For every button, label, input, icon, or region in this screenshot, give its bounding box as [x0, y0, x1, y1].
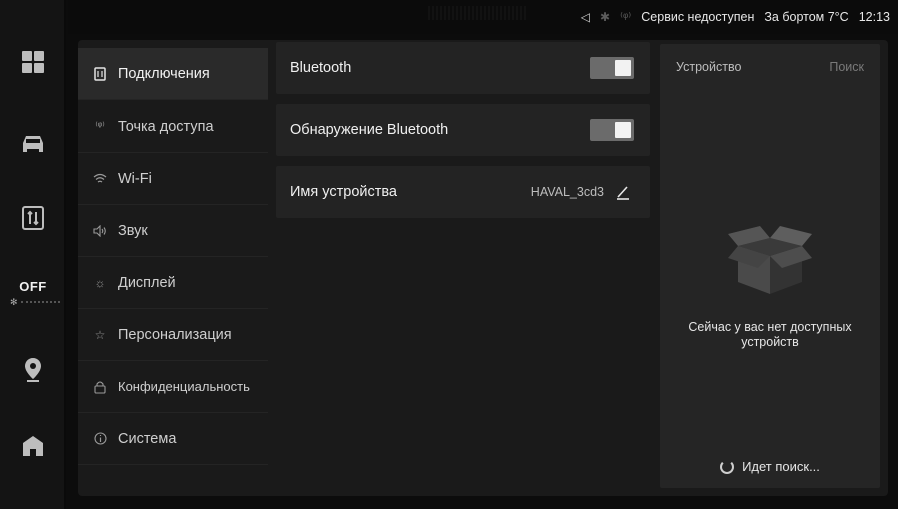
climate-off-label: OFF — [19, 278, 47, 294]
location-pin-icon[interactable] — [6, 350, 60, 390]
status-right-group: ◁ ✱ ⁽ᵠ⁾ Сервис недоступен За бортом 7°C … — [581, 0, 890, 34]
connections-icon — [92, 66, 108, 82]
clock: 12:13 — [858, 10, 890, 24]
hotspot-icon: ⁽ᵠ⁾ — [95, 121, 105, 132]
searching-label: Идет поиск... — [742, 459, 820, 474]
devices-panel: Устройство Поиск Сейчас у вас нет доступ… — [660, 44, 880, 488]
bluetooth-row: Bluetooth — [276, 42, 650, 94]
outside-temperature: За бортом 7°C — [764, 10, 849, 24]
device-name-label: Имя устройства — [290, 184, 397, 200]
menu-item-wifi[interactable]: Wi-Fi — [78, 153, 268, 205]
navigation-arrow-icon: ◁ — [580, 10, 591, 24]
bluetooth-label: Bluetooth — [290, 60, 352, 76]
menu-item-label: Система — [118, 430, 177, 447]
menu-item-label: Точка доступа — [118, 118, 214, 135]
search-button[interactable]: Поиск — [829, 60, 864, 74]
side-dock: OFF ✻ — [0, 0, 66, 509]
edit-pencil-icon[interactable] — [614, 183, 632, 201]
menu-item-privacy[interactable]: Конфиденциальность — [78, 361, 268, 413]
bluetooth-discovery-label: Обнаружение Bluetooth — [290, 122, 449, 138]
settings-card-icon[interactable] — [6, 198, 60, 238]
settings-menu: Подключения ⁽ᵠ⁾ Точка доступа Wi-Fi Звук… — [78, 46, 268, 486]
menu-item-sound[interactable]: Звук — [78, 205, 268, 257]
menu-item-system[interactable]: Система — [78, 413, 268, 465]
connections-content: Bluetooth Обнаружение Bluetooth Имя устр… — [276, 40, 650, 496]
menu-item-connections[interactable]: Подключения — [78, 48, 268, 100]
menu-item-label: Персонализация — [118, 326, 232, 343]
toggle-knob — [615, 122, 631, 138]
menu-item-label: Wi-Fi — [118, 170, 152, 187]
personalization-icon: ☆ — [94, 327, 106, 342]
bluetooth-icon: ✱ — [600, 10, 611, 24]
menu-item-display[interactable]: ☼ Дисплей — [78, 257, 268, 309]
menu-item-label: Подключения — [118, 65, 210, 82]
lock-icon — [92, 379, 108, 395]
service-status: Сервис недоступен — [641, 10, 755, 24]
status-bar: ◁ ✱ ⁽ᵠ⁾ Сервис недоступен За бортом 7°C … — [68, 0, 898, 34]
info-icon — [92, 431, 108, 447]
fan-level-dots — [20, 301, 60, 303]
device-name-row[interactable]: Имя устройства HAVAL_3cd3 — [276, 166, 650, 218]
bluetooth-discovery-row: Обнаружение Bluetooth — [276, 104, 650, 156]
menu-item-label: Конфиденциальность — [118, 379, 250, 394]
brightness-icon: ☼ — [94, 275, 106, 290]
home-icon[interactable] — [6, 426, 60, 466]
menu-item-personalization[interactable]: ☆ Персонализация — [78, 309, 268, 361]
wifi-icon — [92, 171, 108, 187]
toggle-knob — [615, 60, 631, 76]
empty-box-icon — [728, 226, 812, 294]
sound-icon — [92, 223, 108, 239]
menu-item-hotspot[interactable]: ⁽ᵠ⁾ Точка доступа — [78, 101, 268, 153]
fan-level-indicator: ✻ — [10, 296, 60, 307]
settings-frame: Подключения ⁽ᵠ⁾ Точка доступа Wi-Fi Звук… — [78, 40, 888, 496]
devices-panel-title: Устройство — [676, 60, 742, 74]
bluetooth-toggle[interactable] — [590, 57, 634, 79]
signal-icon: ⁽ᵠ⁾ — [620, 10, 632, 24]
searching-status: Идет поиск... — [660, 459, 880, 474]
menu-item-label: Дисплей — [118, 274, 176, 291]
status-decoration — [428, 6, 528, 20]
no-devices-message: Сейчас у вас нет доступных устройств — [688, 320, 852, 349]
car-icon[interactable] — [6, 125, 60, 165]
screen: OFF ✻ ◁ ✱ ⁽ᵠ⁾ Сервис недоступен За борто… — [0, 0, 898, 509]
menu-item-label: Звук — [118, 222, 148, 239]
apps-grid-icon[interactable] — [6, 42, 60, 82]
bluetooth-discovery-toggle[interactable] — [590, 119, 634, 141]
loading-spinner-icon — [720, 459, 735, 474]
device-name-value: HAVAL_3cd3 — [530, 185, 604, 199]
fan-icon: ✻ — [10, 296, 18, 307]
